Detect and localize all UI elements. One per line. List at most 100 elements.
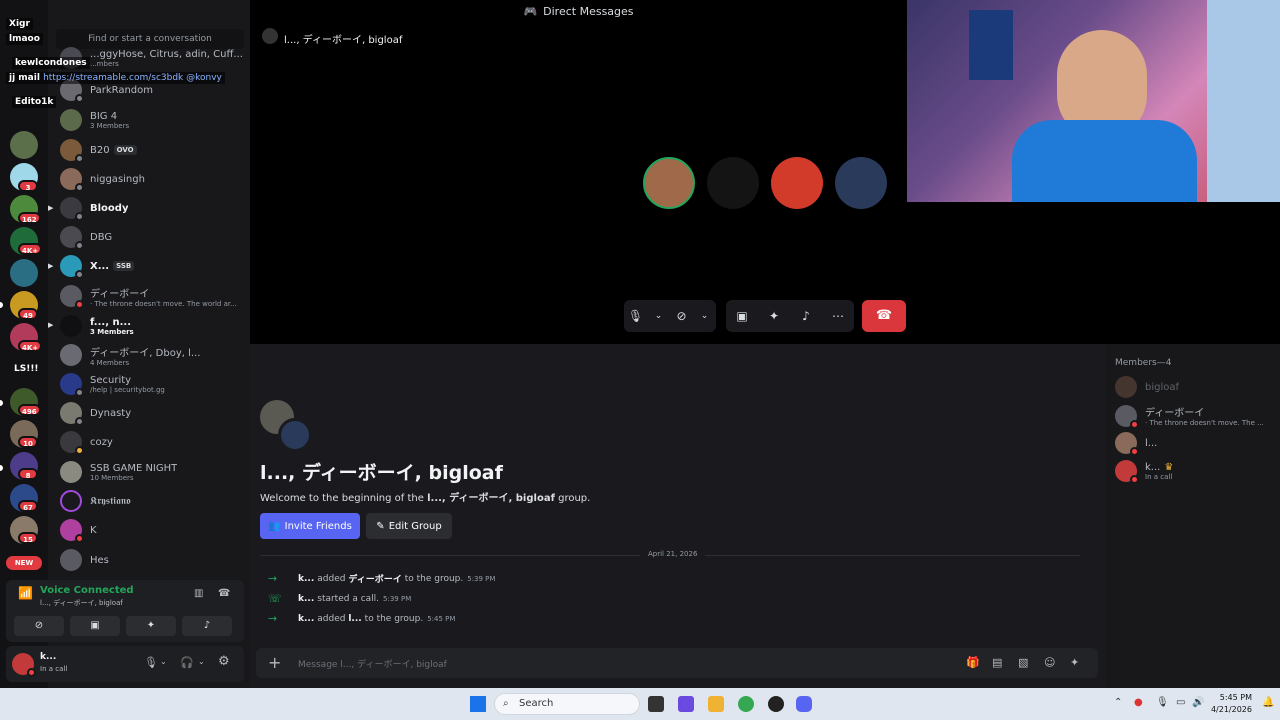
avatar (60, 197, 84, 221)
sticker-icon[interactable]: ▧ (1018, 656, 1028, 669)
dm-item[interactable]: Security/help | securitybot.gg (56, 370, 246, 398)
network-icon[interactable]: ▭ (1176, 697, 1185, 708)
screen-share-icon[interactable]: ▣ (730, 309, 754, 323)
add-attachment-icon[interactable]: + (268, 653, 281, 672)
server-icon[interactable] (10, 131, 38, 159)
file-explorer-icon[interactable] (708, 696, 724, 712)
message-time: 5:45 PM (427, 614, 456, 623)
dm-item[interactable]: SSB GAME NIGHT 10 Members (56, 458, 246, 486)
member-item[interactable]: ディーボーイ · The throne doesn't move. The ... (1115, 404, 1264, 429)
volume-icon[interactable]: 🔊 (1192, 697, 1204, 708)
dm-item[interactable]: X... SSB (56, 252, 246, 280)
screen-share-button[interactable]: ▣ (70, 616, 120, 636)
dm-item[interactable]: 𝕶𝖗𝖞𝖘𝖙𝖎𝖆𝖓𝖔 (56, 487, 246, 515)
crown-icon: ♛ (1164, 461, 1174, 473)
member-item[interactable]: k... ♛ In a call (1115, 460, 1174, 484)
server-tag: SSB (113, 261, 135, 271)
dm-name: Hes (90, 554, 109, 566)
server-label[interactable]: LS!!! (14, 364, 39, 374)
chrome-icon[interactable] (738, 696, 754, 712)
message-actor[interactable]: k... (298, 614, 314, 624)
task-view-icon[interactable] (648, 696, 664, 712)
status-dot (75, 417, 84, 426)
edit-group-button[interactable]: ✎ Edit Group (366, 513, 452, 539)
dm-item[interactable]: niggasingh (56, 165, 246, 193)
chevron-up-icon[interactable]: ⌃ (1114, 697, 1122, 708)
emoji-icon[interactable]: ☺ (1044, 656, 1055, 669)
headphones-icon[interactable]: 🎧 (180, 656, 194, 669)
mention-badge: 4K+ (18, 243, 43, 255)
avatar (1115, 460, 1139, 484)
participant-avatar[interactable] (643, 157, 695, 209)
dm-item[interactable]: Hes (56, 546, 246, 574)
user-avatar[interactable] (12, 653, 36, 677)
message-actor[interactable]: k... (298, 574, 314, 584)
dm-subtitle: /help | securitybot.gg (90, 385, 165, 394)
new-servers-pill[interactable]: NEW (6, 556, 42, 570)
message-composer[interactable]: + Message l..., ディーボーイ, bigloaf 🎁 ▤ ▧ ☺ … (256, 648, 1098, 678)
hang-up-button[interactable]: ☎ (862, 300, 906, 332)
discord-taskbar-icon[interactable] (796, 696, 812, 712)
gift-icon[interactable]: 🎁 (966, 656, 980, 669)
dm-name: B20 OVO (90, 145, 137, 156)
activity-icon[interactable]: ✦ (762, 309, 786, 323)
server-icon[interactable] (10, 259, 38, 287)
member-item[interactable]: l... (1115, 432, 1157, 456)
overlay-chat-user: lmaoo (6, 33, 43, 45)
dm-item[interactable]: B20 OVO (56, 136, 246, 164)
dm-name: BIG 4 (90, 110, 118, 122)
activity-button[interactable]: ✦ (126, 616, 176, 636)
soundboard-icon[interactable]: ♪ (794, 309, 818, 323)
soundboard-button[interactable]: ♪ (182, 616, 232, 636)
dm-item[interactable]: DBG (56, 223, 246, 251)
camera-off-button[interactable]: ⊘ (14, 616, 64, 636)
dm-name: Dynasty (90, 407, 132, 419)
notification-icon[interactable]: 🔔 (1262, 697, 1274, 708)
person-shirt (1012, 120, 1197, 202)
disconnect-icon[interactable]: ☎ (218, 588, 230, 599)
voice-status[interactable]: Voice Connected (40, 585, 134, 596)
dm-item[interactable]: BIG 43 Members (56, 106, 246, 134)
chevron-down-icon[interactable]: ⌄ (693, 311, 716, 321)
copilot-icon[interactable] (678, 696, 694, 712)
dm-item[interactable]: cozy (56, 428, 246, 456)
dm-item[interactable]: Bloody (56, 194, 246, 222)
chevron-down-icon[interactable]: ⌄ (647, 311, 670, 321)
gif-icon[interactable]: ▤ (992, 656, 1002, 669)
microphone-tray-icon[interactable]: 🎙 (1156, 697, 1169, 708)
camera-off-icon[interactable]: ⊘ (670, 309, 693, 323)
dm-item[interactable]: Dynasty (56, 399, 246, 427)
noise-suppression-icon[interactable]: ▥ (194, 588, 203, 599)
dm-item[interactable]: f..., n... 3 Members (56, 312, 246, 340)
participant-avatar[interactable] (771, 157, 823, 209)
message-target[interactable]: ディーボーイ (348, 572, 401, 585)
chevron-down-icon[interactable]: ⌄ (160, 657, 167, 666)
chevron-down-icon[interactable]: ⌄ (198, 657, 205, 666)
clock[interactable]: 5:45 PM 4/21/2026 (1210, 692, 1252, 716)
message-input[interactable]: Message l..., ディーボーイ, bigloaf (298, 657, 447, 670)
message-actor[interactable]: k... (298, 594, 314, 604)
settings-gear-icon[interactable]: ⚙ (218, 654, 230, 669)
app-icon[interactable] (768, 696, 784, 712)
dm-name: ...ggyHose, Citrus, adin, Cuff... (90, 48, 243, 60)
voice-channel[interactable]: l..., ディーボーイ, bigloaf (40, 598, 123, 608)
microphone-icon[interactable]: 🎙 (624, 309, 647, 323)
message-target[interactable]: l... (348, 614, 361, 624)
member-name: bigloaf (1145, 381, 1180, 393)
tray-app-icon[interactable]: ● (1134, 697, 1143, 708)
invite-friends-button[interactable]: 👥 Invite Friends (260, 513, 360, 539)
more-options-icon[interactable]: ⋯ (826, 309, 850, 323)
apps-icon[interactable]: ✦ (1070, 656, 1079, 669)
participant-avatar[interactable] (707, 157, 759, 209)
dm-item[interactable]: K (56, 516, 246, 544)
start-icon[interactable] (470, 696, 486, 712)
microphone-icon[interactable]: 🎙 (144, 656, 158, 669)
taskbar-search[interactable]: ⌕ Search (494, 693, 640, 715)
dm-item[interactable]: ディーボーイ, Dboy, l... 4 Members (56, 341, 246, 369)
dm-item[interactable]: ディーボーイ · The throne doesn't move. The wor… (56, 282, 246, 310)
unread-caret: ▶ (48, 262, 54, 270)
participant-avatar[interactable] (835, 157, 887, 209)
member-item[interactable]: bigloaf (1115, 376, 1179, 398)
streamer-webcam (907, 0, 1280, 202)
mention-badge: 4K+ (18, 340, 43, 352)
